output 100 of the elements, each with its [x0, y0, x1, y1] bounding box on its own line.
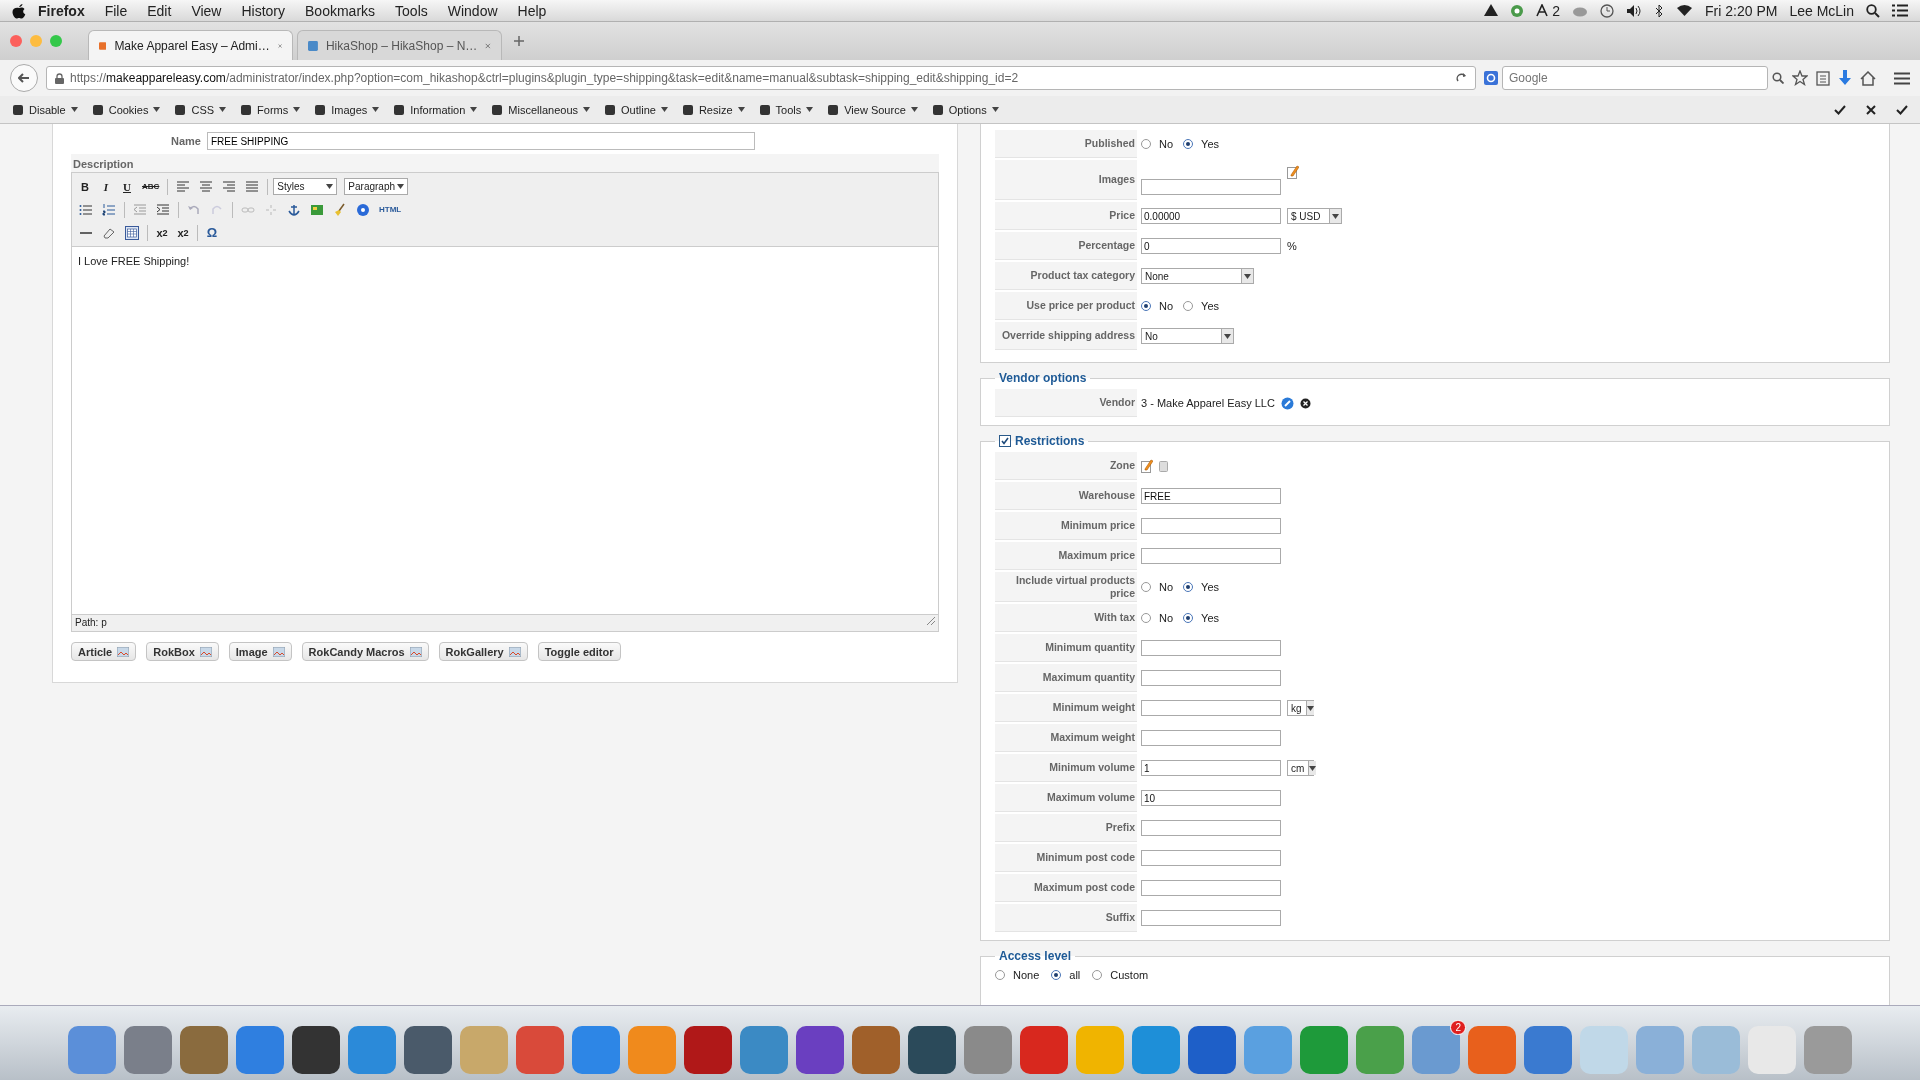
- close-icon[interactable]: [1299, 397, 1311, 409]
- toolbar-button[interactable]: HTML: [376, 200, 405, 219]
- toolbar-button[interactable]: Ω: [203, 223, 221, 242]
- text-field[interactable]: 0.00000: [1141, 208, 1281, 224]
- browser-tab[interactable]: Make Apparel Easy – Admi…: [88, 30, 293, 60]
- app-icon[interactable]: [1188, 1026, 1236, 1074]
- bullet-list-icon[interactable]: [79, 202, 93, 217]
- text-field[interactable]: [1141, 640, 1281, 657]
- radio-button[interactable]: [1183, 301, 1194, 311]
- editor-plugin-button[interactable]: RokGallery: [438, 642, 528, 661]
- browser-tab[interactable]: HikaShop – HikaShop – N…: [297, 30, 502, 60]
- toolbar-menu[interactable]: Tools: [758, 103, 814, 116]
- back-button[interactable]: [10, 64, 38, 92]
- dropdown[interactable]: cm: [1287, 760, 1314, 777]
- text-field[interactable]: [1141, 820, 1281, 837]
- radio-button[interactable]: [1183, 582, 1194, 593]
- toolbar-button[interactable]: B: [76, 177, 94, 196]
- toolbar-menu[interactable]: Miscellaneous: [491, 103, 591, 116]
- toolbar-menu[interactable]: Images: [314, 103, 380, 116]
- download-icon[interactable]: [1838, 70, 1852, 86]
- menu-icon[interactable]: [1894, 71, 1910, 85]
- volume-icon[interactable]: [1626, 3, 1643, 18]
- broom-icon[interactable]: [333, 202, 347, 217]
- text-field[interactable]: [1141, 730, 1281, 747]
- dropdown[interactable]: $ USD: [1287, 208, 1342, 224]
- align-center-icon[interactable]: [199, 179, 214, 194]
- toolbar-menu[interactable]: CSS: [174, 103, 227, 116]
- radio-button[interactable]: [1051, 970, 1062, 981]
- clock-text[interactable]: Fri 2:20 PM: [1705, 2, 1778, 19]
- outdent-icon[interactable]: [133, 202, 147, 217]
- clipboard-icon[interactable]: [1816, 70, 1830, 86]
- numbered-list-icon[interactable]: [102, 202, 116, 217]
- justify-icon[interactable]: [245, 179, 260, 194]
- editor-plugin-button[interactable]: Toggle editor: [537, 642, 621, 661]
- text-field[interactable]: [1141, 880, 1281, 897]
- text-field[interactable]: 1: [1141, 760, 1281, 777]
- menu-item[interactable]: Window: [439, 2, 506, 19]
- checkbox[interactable]: [999, 435, 1011, 447]
- app-icon[interactable]: [908, 1026, 956, 1074]
- radio-button[interactable]: [1141, 301, 1151, 311]
- star-icon[interactable]: [1792, 70, 1808, 86]
- toolbar-menu[interactable]: Cookies: [91, 103, 161, 116]
- search-icon[interactable]: [1866, 3, 1880, 18]
- menu-item[interactable]: Edit: [139, 2, 180, 19]
- check-icon[interactable]: [1834, 104, 1846, 115]
- toolbar-menu[interactable]: Information: [393, 103, 478, 116]
- toolbar-menu[interactable]: Options: [931, 103, 999, 116]
- triangle-icon[interactable]: [1484, 4, 1499, 17]
- align-left-icon[interactable]: [176, 179, 191, 194]
- dropdown[interactable]: No: [1141, 328, 1234, 344]
- text-field[interactable]: [1141, 179, 1281, 195]
- toolbar-menu[interactable]: Forms: [240, 103, 301, 116]
- radio-button[interactable]: [1183, 139, 1194, 149]
- app-icon[interactable]: [684, 1026, 732, 1074]
- text-field[interactable]: [1141, 670, 1281, 687]
- radio-button[interactable]: [995, 970, 1005, 981]
- menu-item[interactable]: Bookmarks: [297, 2, 384, 19]
- picture-icon[interactable]: [310, 202, 324, 217]
- check-icon[interactable]: [1896, 104, 1908, 115]
- anchor-icon[interactable]: [287, 202, 301, 217]
- pencil-icon[interactable]: [1287, 165, 1299, 179]
- letter-a-icon[interactable]: [1536, 4, 1549, 17]
- pencil-icon[interactable]: [1280, 396, 1294, 410]
- search-icon[interactable]: [1772, 72, 1784, 84]
- toolbar-button[interactable]: I: [97, 177, 115, 196]
- app-icon[interactable]: [292, 1026, 340, 1074]
- dropdown[interactable]: None: [1141, 268, 1254, 284]
- editor-plugin-button[interactable]: Article: [71, 642, 137, 661]
- text-field[interactable]: 0: [1141, 238, 1281, 254]
- radio-button[interactable]: [1141, 613, 1151, 624]
- menu-item[interactable]: Firefox: [30, 2, 93, 19]
- wifi-icon[interactable]: [1676, 4, 1694, 17]
- close-window-button[interactable]: [10, 35, 22, 47]
- editor-plugin-button[interactable]: RokCandy Macros: [301, 642, 429, 661]
- toolbar-menu[interactable]: Resize: [681, 103, 745, 116]
- reload-icon[interactable]: [1456, 72, 1467, 84]
- editor-plugin-button[interactable]: RokBox: [146, 642, 219, 661]
- user-name[interactable]: Lee McLin: [1789, 2, 1854, 19]
- toolbar-menu[interactable]: View Source: [827, 103, 918, 116]
- radio-button[interactable]: [1141, 139, 1151, 149]
- toolbar-button[interactable]: U: [118, 177, 136, 196]
- new-tab-icon[interactable]: [514, 36, 524, 46]
- menu-item[interactable]: View: [183, 2, 230, 19]
- format-dropdown[interactable]: Paragraph: [344, 178, 409, 195]
- indent-icon[interactable]: [156, 202, 170, 217]
- text-field[interactable]: [1141, 548, 1281, 564]
- app-icon[interactable]: [404, 1026, 452, 1074]
- table-icon[interactable]: [125, 225, 139, 240]
- bluetooth-icon[interactable]: [1654, 3, 1665, 18]
- toolbar-menu[interactable]: Disable: [12, 103, 78, 116]
- menu-item[interactable]: History: [233, 2, 294, 19]
- radio-button[interactable]: [1092, 970, 1103, 981]
- toolbar-menu[interactable]: Outline: [604, 103, 668, 116]
- text-field[interactable]: [1141, 700, 1281, 717]
- styles-dropdown[interactable]: Styles: [273, 178, 338, 195]
- toolbar-button[interactable]: ABC: [139, 177, 163, 196]
- text-field[interactable]: FREE: [1141, 488, 1281, 504]
- clock-icon[interactable]: [1600, 3, 1615, 18]
- address-bar[interactable]: https://makeappareleasy.com/administrator/index.php?option=com_hikashop&ctrl=plugins&plugin_type=shipping&task=edit&name=manual&subtask=shipping_edit&shipping_id=2: [46, 66, 1476, 90]
- radio-button[interactable]: [1141, 582, 1151, 593]
